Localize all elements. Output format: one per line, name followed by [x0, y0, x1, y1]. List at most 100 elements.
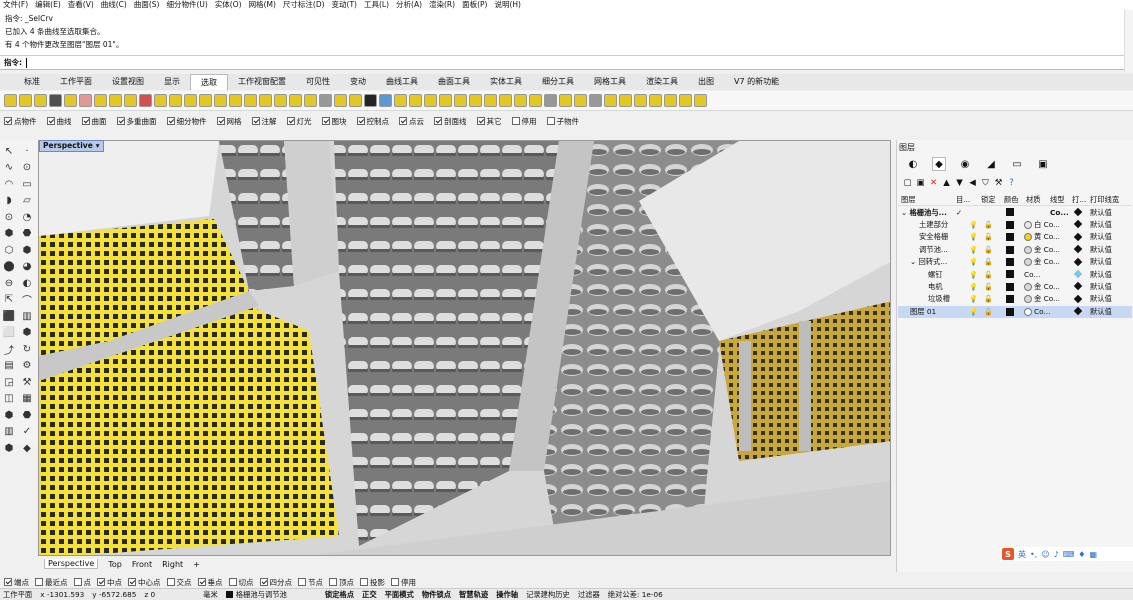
left-tool-icon[interactable]: ⬣ — [20, 227, 34, 241]
filter-checkbox[interactable] — [434, 117, 442, 125]
osnap-checkbox[interactable] — [35, 578, 43, 586]
folder-tab-icon[interactable]: ▭ — [1010, 157, 1024, 171]
toolbar-tool-icon[interactable] — [199, 94, 212, 107]
menu-item[interactable]: 文件(F) — [3, 0, 28, 10]
left-tool-icon[interactable]: ▥ — [20, 309, 34, 323]
tools-icon[interactable]: ⚒ — [993, 178, 1004, 189]
osnap-11[interactable]: 投影 — [360, 577, 385, 588]
new-sublayer-icon[interactable]: ▣ — [915, 178, 926, 189]
left-tool-icon[interactable]: ⊙ — [2, 210, 16, 224]
menu-item[interactable]: 实体(O) — [215, 0, 242, 10]
filter-checkbox[interactable] — [399, 117, 407, 125]
filter-checkbox[interactable] — [511, 117, 520, 125]
left-tool-icon[interactable]: ◠ — [2, 177, 16, 191]
layer-material[interactable]: 金 Co... — [1024, 282, 1060, 292]
tab-9[interactable]: 曲面工具 — [428, 74, 480, 90]
filter-checkbox[interactable] — [476, 117, 485, 125]
print-width[interactable]: 默认值 — [1090, 307, 1112, 317]
menu-item[interactable]: 细分物件(U) — [166, 0, 207, 10]
left-tool-icon[interactable]: ◲ — [2, 375, 16, 389]
header-current[interactable]: 目... — [956, 195, 970, 205]
left-tool-icon[interactable]: ⬛ — [2, 309, 16, 323]
osnap-checkbox[interactable] — [128, 578, 136, 586]
osnap-0[interactable]: 端点 — [4, 577, 29, 588]
menu-item[interactable]: 曲面(S) — [134, 0, 160, 10]
microphone-icon[interactable]: ♪ — [1054, 550, 1059, 559]
tab-3[interactable]: 显示 — [154, 74, 190, 90]
osnap-12[interactable]: 停用 — [391, 577, 416, 588]
left-tool-icon[interactable]: ✓ — [20, 425, 34, 439]
filter-checkbox[interactable] — [81, 117, 90, 125]
print-color[interactable] — [1073, 306, 1083, 316]
unit-label[interactable]: 毫米 — [203, 590, 218, 600]
left-tool-icon[interactable]: ▥ — [2, 425, 16, 439]
header-print-width[interactable]: 打印线宽 — [1090, 195, 1119, 205]
left-tool-icon[interactable]: ◐ — [20, 276, 34, 290]
perspective-viewport[interactable] — [38, 140, 891, 556]
view-tab-3[interactable]: Right — [162, 560, 183, 569]
tab-15[interactable]: V7 的新功能 — [724, 74, 789, 90]
toolbar-tool-icon[interactable] — [589, 94, 602, 107]
view-tab-1[interactable]: Top — [108, 560, 122, 569]
tab-8[interactable]: 曲线工具 — [376, 74, 428, 90]
print-width[interactable]: 默认值 — [1090, 220, 1112, 230]
toolbar-tool-icon[interactable] — [94, 94, 107, 107]
osnap-checkbox[interactable] — [329, 578, 337, 586]
layer-name[interactable]: ⌄ 格栅池与... — [901, 208, 955, 218]
print-width[interactable]: 默认值 — [1090, 208, 1112, 218]
filter-4[interactable]: 细分物件 — [166, 116, 207, 127]
unlock-icon[interactable]: 🔓 — [984, 295, 993, 303]
left-tool-icon[interactable]: ⬡ — [2, 243, 16, 257]
filter-checkbox[interactable] — [116, 117, 125, 125]
filter-7[interactable]: 灯光 — [286, 116, 312, 127]
osnap-4[interactable]: 中心点 — [128, 577, 161, 588]
left-tool-icon[interactable]: ⇱ — [2, 293, 16, 307]
filter-checkbox[interactable] — [4, 117, 12, 125]
lightbulb-icon[interactable]: 💡 — [969, 295, 978, 303]
toolbar-tool-icon[interactable] — [619, 94, 632, 107]
tab-7[interactable]: 变动 — [340, 74, 376, 90]
status-toggle[interactable]: 物件锁点 — [422, 590, 451, 600]
filter-6[interactable]: 注解 — [251, 116, 277, 127]
toolbar-tool-icon[interactable] — [334, 94, 347, 107]
grid-icon[interactable]: ▦ — [1089, 550, 1097, 559]
filter-13[interactable]: 停用 — [511, 116, 537, 127]
toolbar-tool-icon[interactable] — [349, 94, 362, 107]
osnap-5[interactable]: 交点 — [166, 577, 192, 588]
toolbar-tool-icon[interactable] — [124, 94, 137, 107]
tab-10[interactable]: 实体工具 — [480, 74, 532, 90]
layer-name[interactable]: 安全格栅 — [901, 232, 955, 242]
osnap-checkbox[interactable] — [166, 578, 175, 586]
left-tool-icon[interactable]: ⬢ — [2, 227, 16, 241]
toolbar-tool-icon[interactable] — [109, 94, 122, 107]
unlock-icon[interactable]: 🔓 — [984, 258, 993, 266]
filter-10[interactable]: 点云 — [399, 116, 424, 127]
layer-color-swatch[interactable] — [1006, 270, 1014, 279]
layer-row[interactable]: 电机 💡 🔓 金 Co... 默认值 — [898, 281, 1132, 293]
left-tool-icon[interactable]: ⚙ — [20, 359, 34, 373]
menu-item[interactable]: 查看(V) — [68, 0, 94, 10]
toolbar-tool-icon[interactable] — [169, 94, 182, 107]
header-material[interactable]: 材质 — [1026, 195, 1041, 205]
toolbar-tool-icon[interactable] — [394, 94, 407, 107]
layer-color-swatch[interactable] — [1006, 257, 1014, 266]
left-tool-icon[interactable]: ◆ — [20, 441, 34, 455]
tab-11[interactable]: 细分工具 — [532, 74, 584, 90]
layer-linetype[interactable]: Co... — [1050, 208, 1069, 217]
menu-item[interactable]: 分析(A) — [396, 0, 422, 10]
left-tool-icon[interactable]: ▤ — [2, 359, 16, 373]
toolbar-tool-icon[interactable] — [184, 94, 197, 107]
filter-checkbox[interactable] — [166, 117, 175, 125]
layer-material[interactable]: Co... — [1024, 307, 1050, 317]
layer-row[interactable]: ⌄ 格栅池与... ✓ Co... 默认值 — [898, 206, 1132, 218]
left-tool-icon[interactable]: ▭ — [20, 177, 34, 191]
toolbar-tool-icon[interactable] — [499, 94, 512, 107]
toolbar-tool-icon[interactable] — [484, 94, 497, 107]
layer-material[interactable]: 白 Co... — [1024, 220, 1060, 230]
osnap-checkbox[interactable] — [259, 578, 268, 586]
print-color[interactable] — [1073, 232, 1083, 242]
left-tool-icon[interactable]: ▱ — [20, 194, 34, 208]
tab-6[interactable]: 可见性 — [296, 74, 340, 90]
toolbar-tool-icon[interactable] — [664, 94, 677, 107]
osnap-checkbox[interactable] — [360, 578, 368, 586]
